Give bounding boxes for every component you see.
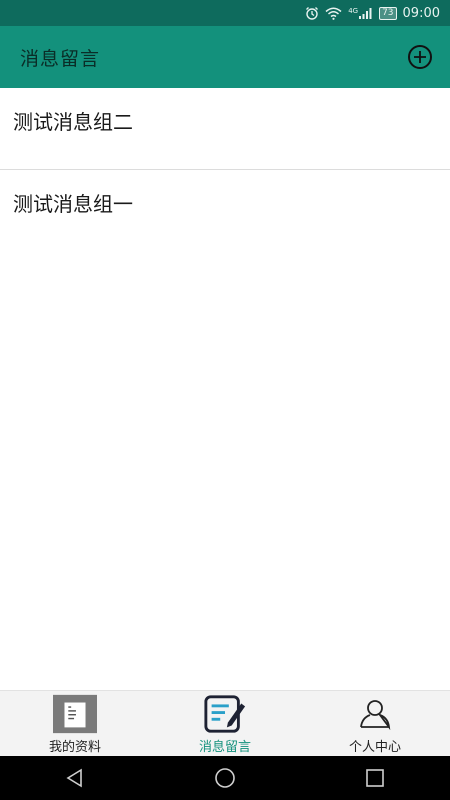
- person-icon: [353, 694, 397, 734]
- bottom-tab-bar: 我的资料 消息留言 个人中心: [0, 690, 450, 757]
- back-icon[interactable]: [55, 758, 95, 798]
- message-group-list: 测试消息组二 测试消息组一: [0, 88, 450, 252]
- plus-circle-icon: [414, 51, 426, 63]
- edit-note-icon: [203, 694, 247, 734]
- signal-icon: 4G: [348, 7, 373, 19]
- tab-label: 个人中心: [348, 740, 401, 755]
- network-type: 4G: [348, 7, 359, 15]
- list-item-label: 测试消息组一: [13, 192, 133, 216]
- alarm-icon: [305, 6, 319, 20]
- list-item[interactable]: 测试消息组一: [0, 170, 450, 252]
- tab-label: 我的资料: [48, 740, 101, 755]
- status-time: 09:00: [402, 5, 440, 21]
- list-item[interactable]: 测试消息组二: [0, 88, 450, 170]
- tab-personal-center[interactable]: 个人中心: [300, 691, 450, 757]
- home-icon[interactable]: [205, 758, 245, 798]
- battery-icon: 73: [379, 6, 397, 20]
- profile-doc-icon: [53, 694, 97, 734]
- add-button[interactable]: [408, 45, 432, 69]
- wifi-icon: [325, 7, 342, 20]
- tab-label: 消息留言: [198, 740, 251, 755]
- system-nav-bar: [0, 756, 450, 800]
- page-title: 消息留言: [20, 47, 101, 70]
- tab-messages[interactable]: 消息留言: [150, 691, 300, 757]
- list-item-label: 测试消息组二: [13, 110, 133, 134]
- battery-level: 73: [382, 7, 394, 18]
- tab-my-profile[interactable]: 我的资料: [0, 691, 150, 757]
- app-bar: 消息留言: [0, 26, 450, 88]
- recents-icon[interactable]: [355, 758, 395, 798]
- status-bar: 4G 73 09:00: [0, 0, 450, 26]
